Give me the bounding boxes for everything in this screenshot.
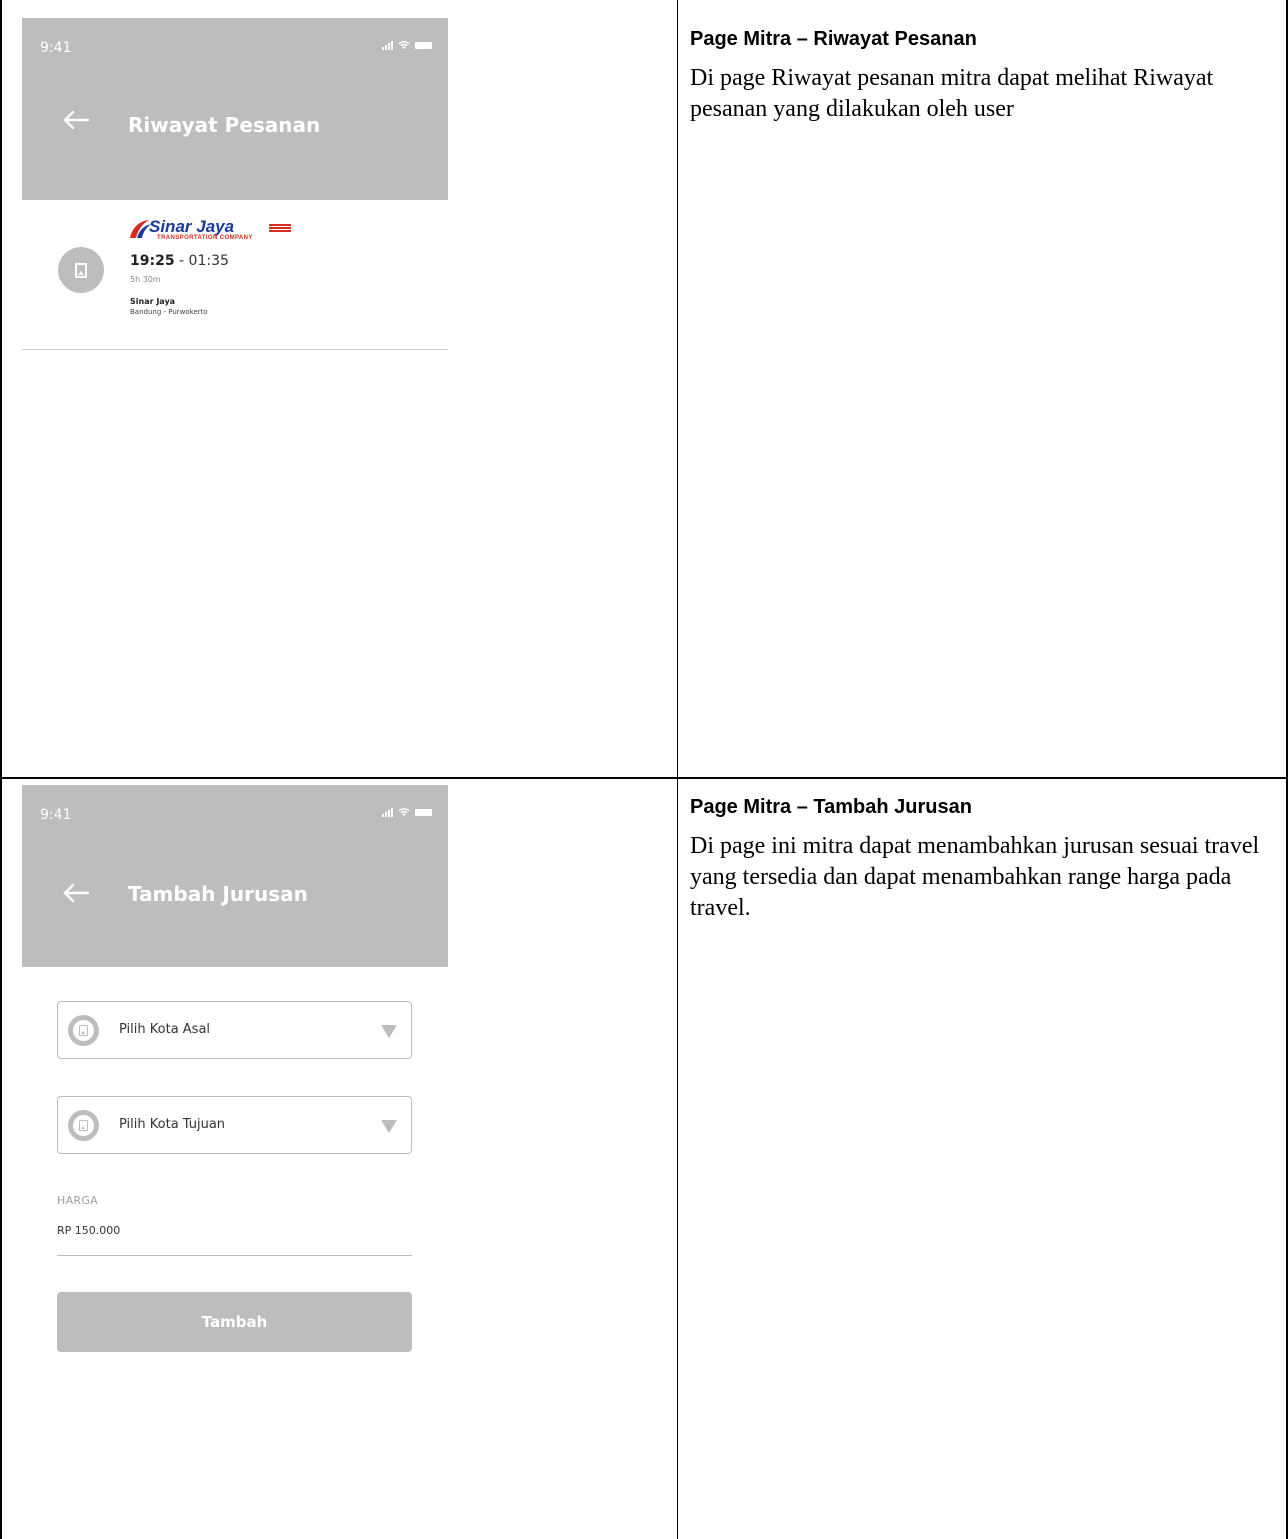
status-bar-time: 9:41: [40, 807, 72, 823]
description-title: Page Mitra – Riwayat Pesanan: [690, 28, 977, 50]
page-title: Riwayat Pesanan: [128, 113, 321, 137]
price-field-label: HARGA: [57, 1194, 98, 1207]
schedule-times: 19:25 - 01:35: [130, 253, 229, 269]
back-arrow-icon[interactable]: [62, 110, 90, 130]
battery-icon: [415, 41, 432, 49]
image-placeholder-icon: [68, 1110, 99, 1141]
tambah-button[interactable]: Tambah: [57, 1292, 412, 1352]
signal-icon: [382, 807, 393, 817]
origin-city-select[interactable]: Pilih Kota Asal: [57, 1001, 412, 1059]
trip-route: Bandung - Purwokerto: [130, 308, 208, 316]
app-bar: 9:41 Riwayat Pesanan: [22, 18, 448, 200]
signal-icon: [382, 40, 393, 50]
page-title: Tambah Jurusan: [128, 882, 308, 906]
description-riwayat-pesanan: Page Mitra – Riwayat Pesanan Di page Riw…: [690, 28, 1275, 125]
operator-name: Sinar Jaya: [130, 297, 176, 306]
wifi-icon: [398, 808, 410, 816]
mockup-riwayat-pesanan: 9:41 Riwayat Pesanan Sinar Jaya TRANSPOR…: [22, 18, 448, 776]
back-arrow-icon[interactable]: [62, 883, 90, 903]
dropdown-caret-icon: [381, 1025, 397, 1038]
table-row-divider: [0, 777, 1288, 779]
departure-time: 19:25: [130, 253, 175, 269]
origin-city-placeholder: Pilih Kota Asal: [119, 1022, 211, 1037]
trip-duration: 5h 30m: [130, 275, 161, 284]
destination-city-placeholder: Pilih Kota Tujuan: [119, 1117, 226, 1132]
image-placeholder-icon: [58, 247, 104, 293]
description-tambah-jurusan: Page Mitra – Tambah Jurusan Di page ini …: [690, 796, 1275, 924]
description-body: Di page ini mitra dapat menambahkan juru…: [690, 833, 1260, 921]
logo-tagline: TRANSPORTATION COMPANY: [157, 235, 253, 241]
sinar-jaya-logo: Sinar Jaya TRANSPORTATION COMPANY: [127, 217, 307, 242]
battery-icon: [415, 808, 432, 816]
arrival-time: 01:35: [188, 253, 229, 269]
dropdown-caret-icon: [381, 1120, 397, 1133]
app-bar: 9:41 Tambah Jurusan: [22, 785, 448, 967]
status-bar-icons: [382, 40, 432, 50]
description-title: Page Mitra – Tambah Jurusan: [690, 796, 972, 818]
order-history-item[interactable]: Sinar Jaya TRANSPORTATION COMPANY 19:25 …: [22, 200, 448, 350]
logo-stripes: [269, 224, 291, 232]
table-column-divider: [677, 0, 678, 1539]
price-input-underline: [57, 1255, 412, 1256]
mockup-tambah-jurusan: 9:41 Tambah Jurusan Pilih Kota Asal Pili…: [22, 785, 448, 1539]
status-bar-icons: [382, 807, 432, 817]
status-bar-time: 9:41: [40, 40, 72, 56]
image-placeholder-icon: [68, 1015, 99, 1046]
time-separator: -: [174, 253, 189, 269]
table-border-left: [0, 0, 2, 1539]
description-body: Di page Riwayat pesanan mitra dapat meli…: [690, 65, 1214, 122]
logo-wordmark: Sinar Jaya: [149, 217, 235, 236]
destination-city-select[interactable]: Pilih Kota Tujuan: [57, 1096, 412, 1154]
wifi-icon: [398, 41, 410, 49]
price-input[interactable]: RP 150.000: [57, 1224, 120, 1237]
